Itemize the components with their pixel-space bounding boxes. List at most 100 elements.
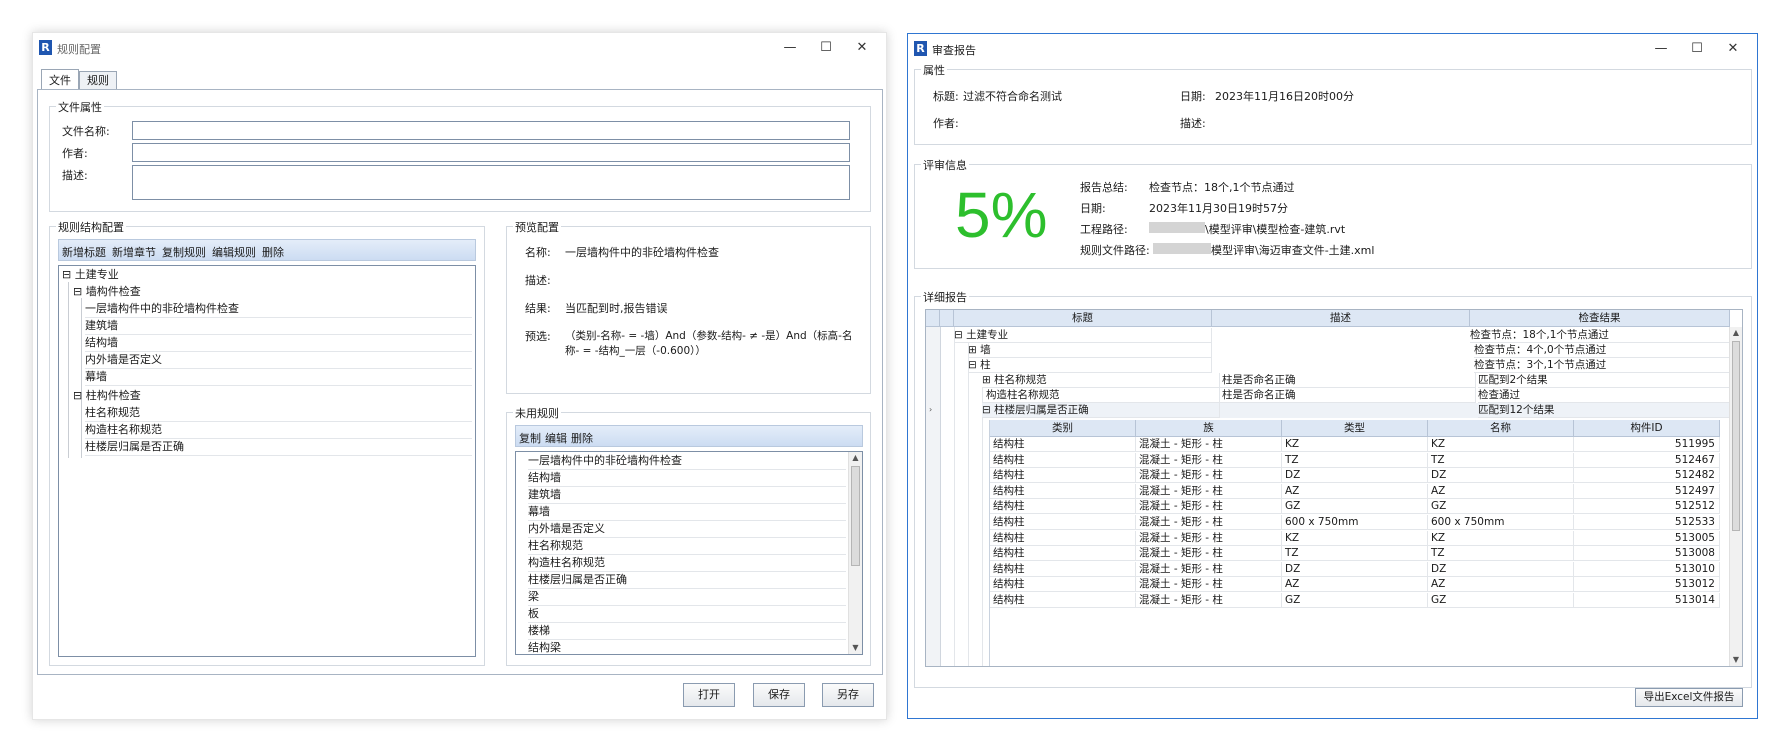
row-header-corner <box>926 310 940 327</box>
scroll-up-icon[interactable]: ▲ <box>849 452 862 464</box>
list-item[interactable]: 结构墙 <box>528 470 846 487</box>
tree-node[interactable]: 内外墙是否定义 <box>85 352 472 369</box>
sub-cell-type: KZ <box>1282 530 1428 546</box>
open-button[interactable]: 打开 <box>683 683 735 707</box>
vertical-scrollbar[interactable]: ▲ ▼ <box>1729 327 1742 666</box>
title-bar: R 审查报告 — ☐ ✕ <box>908 34 1757 64</box>
author-label: 作者: <box>62 147 88 160</box>
tab-rules[interactable]: 规则 <box>79 71 117 90</box>
sub-cell-family: 混凝土 - 矩形 - 柱 <box>1136 530 1282 546</box>
list-item[interactable]: 柱名称规范 <box>528 538 846 555</box>
list-item[interactable]: 结构梁 <box>528 640 846 654</box>
tree-node[interactable]: 结构墙 <box>85 335 472 352</box>
add-title-button[interactable]: 新增标题 <box>62 244 106 260</box>
sub-header-element-id[interactable]: 构件ID <box>1574 420 1720 437</box>
sub-cell-type: AZ <box>1282 483 1428 499</box>
sub-header-name[interactable]: 名称 <box>1428 420 1574 437</box>
report-row-title[interactable]: ⊞ 柱名称规范 <box>982 373 1220 388</box>
tree-node[interactable]: 构造柱名称规范 <box>85 422 472 439</box>
report-row-title[interactable]: ⊟ 土建专业 <box>954 328 1212 343</box>
report-title-label: 标题: <box>933 90 959 103</box>
copy-rule-button[interactable]: 复制规则 <box>162 244 206 260</box>
report-row-title[interactable]: 构造柱名称规范 <box>982 388 1220 403</box>
close-icon[interactable]: ✕ <box>844 37 880 59</box>
list-item[interactable]: 一层墙构件中的非砼墙构件检查 <box>528 453 846 470</box>
column-header-result[interactable]: 检查结果 <box>1470 310 1730 327</box>
minimize-icon[interactable]: — <box>772 37 808 59</box>
list-item[interactable]: 幕墙 <box>528 504 846 521</box>
list-item[interactable]: 梁 <box>528 589 846 606</box>
report-row-title[interactable]: ⊟ 柱 <box>968 358 1212 373</box>
tree-node[interactable]: ⊟ 墙构件检查 <box>73 284 470 301</box>
scroll-thumb[interactable] <box>851 466 860 566</box>
report-row-desc: 柱是否命名正确 <box>1220 373 1476 388</box>
report-row-desc: 柱是否命名正确 <box>1220 388 1476 403</box>
sub-cell-category: 结构柱 <box>990 593 1136 608</box>
sub-cell-element-id: 512467 <box>1574 452 1720 468</box>
sub-cell-type: TZ <box>1282 452 1428 468</box>
list-item[interactable]: 构造柱名称规范 <box>528 555 846 572</box>
redacted-path-block <box>1153 243 1211 254</box>
export-excel-button[interactable]: 导出Excel文件报告 <box>1635 688 1743 707</box>
scroll-up-icon[interactable]: ▲ <box>1730 327 1742 339</box>
list-item[interactable]: 柱楼层归属是否正确 <box>528 572 846 589</box>
sub-cell-family: 混凝土 - 矩形 - 柱 <box>1136 593 1282 608</box>
sub-cell-category: 结构柱 <box>990 577 1136 593</box>
sub-header-family[interactable]: 族 <box>1136 420 1282 437</box>
sub-header-type[interactable]: 类型 <box>1282 420 1428 437</box>
add-section-button[interactable]: 新增章节 <box>112 244 156 260</box>
sub-cell-element-id: 512497 <box>1574 483 1720 499</box>
list-item[interactable]: 内外墙是否定义 <box>528 521 846 538</box>
tree-node[interactable]: 柱名称规范 <box>85 405 472 422</box>
tree-node[interactable]: 一层墙构件中的非砼墙构件检查 <box>85 301 472 318</box>
sub-cell-family: 混凝土 - 矩形 - 柱 <box>1136 483 1282 499</box>
list-item[interactable]: 建筑墙 <box>528 487 846 504</box>
report-row-result: 检查通过 <box>1478 388 1730 403</box>
save-button[interactable]: 保存 <box>753 683 805 707</box>
scroll-thumb[interactable] <box>1732 341 1740 531</box>
maximize-icon[interactable]: ☐ <box>1679 38 1715 60</box>
sub-cell-name: 600 x 750mm <box>1428 515 1574 530</box>
tree-node[interactable]: ⊟ 柱构件检查 <box>73 388 470 405</box>
tree-node[interactable]: 柱楼层归属是否正确 <box>85 439 472 456</box>
column-header-title[interactable]: 标题 <box>954 310 1212 327</box>
copy-button[interactable]: 复制 <box>519 430 541 446</box>
tree-node[interactable]: 幕墙 <box>85 369 472 386</box>
author-input[interactable] <box>132 143 850 162</box>
file-name-input[interactable] <box>132 121 850 140</box>
vertical-scrollbar[interactable]: ▲ ▼ <box>848 452 862 654</box>
preview-name-value: 一层墙构件中的非砼墙构件检查 <box>565 246 719 259</box>
description-input[interactable] <box>132 165 850 200</box>
tree-node[interactable]: 建筑墙 <box>85 318 472 335</box>
sub-cell-category: 结构柱 <box>990 530 1136 546</box>
minimize-icon[interactable]: — <box>1643 38 1679 60</box>
review-date-value: 2023年11月30日19时57分 <box>1149 202 1288 215</box>
detail-report-grid[interactable]: 标题 描述 检查结果 › ⊟ 土建专业 检查节点：18个,1个节点通过 ⊞ 墙 … <box>925 309 1743 667</box>
description-label: 描述: <box>62 169 88 182</box>
report-row-title[interactable]: ⊞ 墙 <box>968 343 1212 358</box>
rule-structure-tree[interactable]: ⊟ 土建专业 ⊟ 墙构件检查 一层墙构件中的非砼墙构件检查 建筑墙 结构墙 内外… <box>58 265 476 657</box>
delete-button[interactable]: 删除 <box>262 244 284 260</box>
list-item[interactable]: 板 <box>528 606 846 623</box>
tree-node[interactable]: ⊟ 土建专业 <box>62 267 472 284</box>
unused-rules-list[interactable]: 一层墙构件中的非砼墙构件检查 结构墙 建筑墙 幕墙 内外墙是否定义 柱名称规范 … <box>515 451 863 655</box>
column-header-description[interactable]: 描述 <box>1212 310 1470 327</box>
preview-name-label: 名称: <box>525 246 551 259</box>
sub-result-grid[interactable]: 类别 族 类型 名称 构件ID 结构柱 混凝土 - 矩形 - 柱 KZ KZ 51199… <box>989 420 1720 666</box>
sub-cell-name: DZ <box>1428 468 1574 484</box>
sub-header-category[interactable]: 类别 <box>990 420 1136 437</box>
save-as-button[interactable]: 另存 <box>822 683 874 707</box>
maximize-icon[interactable]: ☐ <box>808 37 844 59</box>
sub-cell-family: 混凝土 - 矩形 - 柱 <box>1136 546 1282 562</box>
edit-button[interactable]: 编辑 <box>545 430 567 446</box>
tab-file[interactable]: 文件 <box>41 69 79 90</box>
scroll-down-icon[interactable]: ▼ <box>849 642 862 654</box>
sub-cell-element-id: 513008 <box>1574 546 1720 562</box>
close-icon[interactable]: ✕ <box>1715 38 1751 60</box>
scroll-down-icon[interactable]: ▼ <box>1730 654 1742 666</box>
report-row-title[interactable]: ⊟ 柱楼层归属是否正确 <box>982 403 1220 418</box>
tab-content-panel: 文件属性 文件名称: 作者: 描述: 规则结构配置 新增标题 新增章节 复制规则… <box>37 89 883 675</box>
list-item[interactable]: 楼梯 <box>528 623 846 640</box>
edit-rule-button[interactable]: 编辑规则 <box>212 244 256 260</box>
delete-button[interactable]: 删除 <box>571 430 593 446</box>
